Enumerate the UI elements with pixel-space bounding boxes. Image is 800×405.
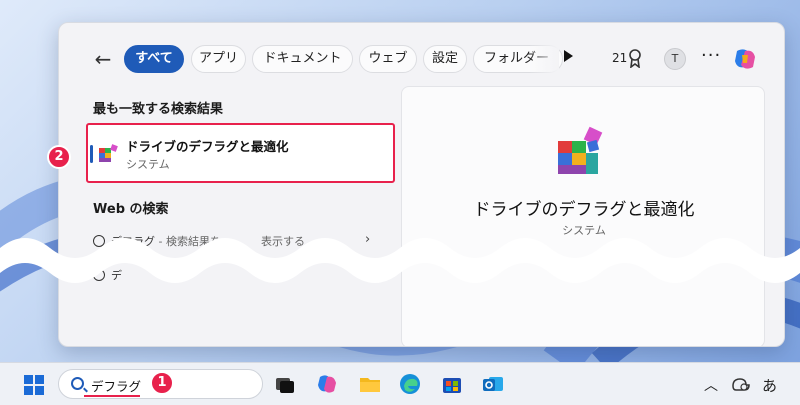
filter-chip-web[interactable]: ウェブ [359,45,417,73]
rewards-icon[interactable] [628,48,642,68]
filter-chip-settings[interactable]: 設定 [423,45,467,73]
more-options-icon[interactable]: ··· [701,45,721,66]
ime-indicator[interactable]: あ [762,375,777,396]
preview-app-name: ドライブのデフラグと最適化 [473,200,695,220]
best-match-app-name: ドライブのデフラグと最適化 [126,139,289,154]
filter-fade [529,43,559,75]
best-match-heading: 最も一致する検索結果 [93,102,224,117]
search-panel: ← すべて アプリ ドキュメント ウェブ 設定 フォルダー 21 T ··· 最… [58,22,785,347]
preview-pane: ドライブのデフラグと最適化 システム [401,86,765,346]
filter-chip-apps[interactable]: アプリ [191,45,246,73]
rewards-count: 21 [612,51,628,65]
copilot-taskbar-icon[interactable] [315,372,339,396]
taskbar-search-value: デフラグ [91,379,142,394]
selection-indicator [90,145,93,163]
defrag-app-icon [99,144,118,162]
defrag-large-icon [558,126,603,174]
edge-icon[interactable] [398,372,422,396]
windows-start-icon[interactable] [24,375,44,395]
best-match-result[interactable]: ドライブのデフラグと最適化 システム [86,123,395,183]
filter-chip-all[interactable]: すべて [124,45,184,73]
filter-chip-documents[interactable]: ドキュメント [252,45,353,73]
search-underline [84,395,140,397]
copilot-icon[interactable] [731,45,759,73]
step-badge-1: 1 [150,371,174,395]
show-hidden-icons-icon[interactable]: ︿ [704,375,718,395]
taskbar: デフラグ 1 ︿ あ [0,362,800,405]
scroll-right-icon[interactable] [564,50,573,62]
torn-edge-overlay [0,238,800,283]
task-view-icon[interactable] [273,372,297,396]
back-arrow-icon[interactable]: ← [89,45,117,73]
file-explorer-icon[interactable] [358,372,382,396]
search-icon [71,377,84,390]
step-badge-2: 2 [47,145,71,169]
web-search-heading: Web の検索 [93,202,169,217]
network-icon[interactable] [731,373,751,393]
store-icon[interactable] [440,372,464,396]
outlook-icon[interactable] [481,372,505,396]
user-avatar[interactable]: T [664,48,686,70]
filter-bar: ← すべて アプリ ドキュメント ウェブ 設定 フォルダー 21 T ··· [59,41,784,77]
best-match-app-type: システム [126,158,170,171]
